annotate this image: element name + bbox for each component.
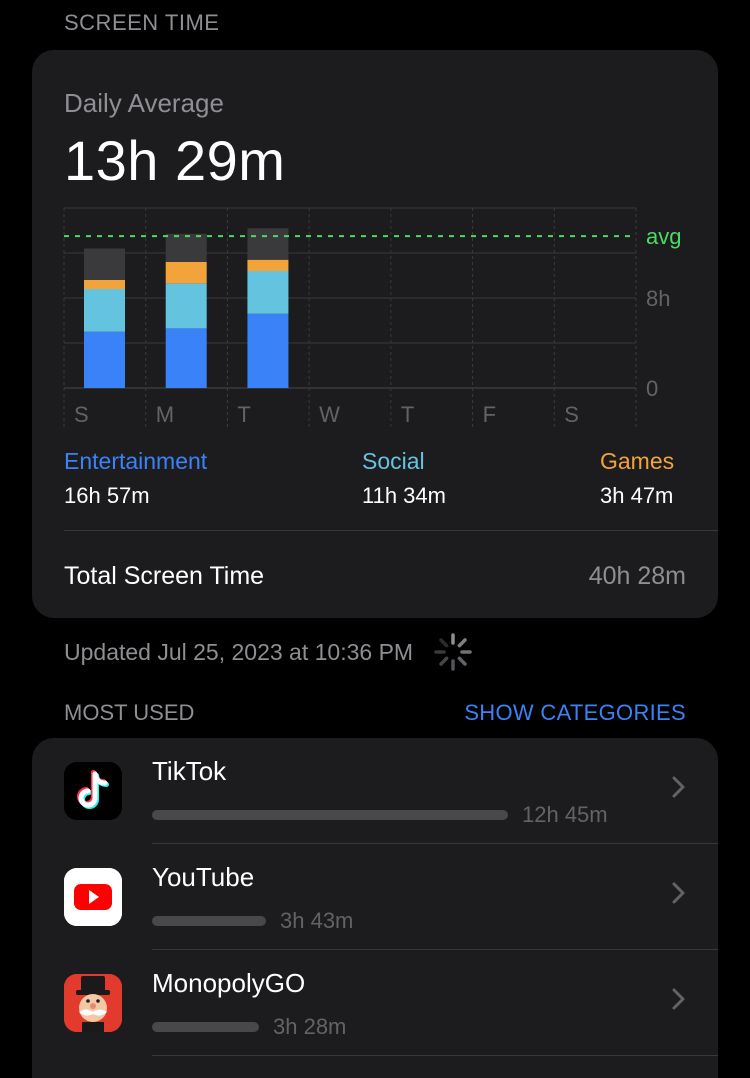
bar-segment bbox=[84, 248, 125, 280]
category-social: Social 11h 34m bbox=[362, 448, 446, 509]
bar-segment bbox=[84, 331, 125, 388]
app-row-youtube[interactable]: YouTube 3h 43m bbox=[32, 844, 718, 950]
app-name: TikTok bbox=[152, 756, 227, 786]
x-tick-label: T bbox=[401, 402, 414, 427]
row-divider bbox=[152, 1055, 718, 1056]
category-name: Social bbox=[362, 448, 425, 474]
average-label: avg bbox=[646, 224, 681, 249]
bar-segment bbox=[84, 280, 125, 289]
bar-segment bbox=[247, 228, 289, 260]
bar-segment bbox=[165, 233, 207, 262]
usage-bar bbox=[152, 1022, 259, 1032]
total-screen-time-value: 40h 28m bbox=[588, 562, 686, 590]
tiktok-icon bbox=[64, 762, 122, 820]
x-tick-label: S bbox=[564, 402, 579, 427]
monopoly-go-icon bbox=[64, 974, 122, 1032]
screen-time-card[interactable]: Daily Average 13h 29m avg 8h 0 S M T W T F S Ente… bbox=[32, 50, 718, 618]
x-tick-label: W bbox=[319, 402, 340, 427]
category-value: 3h 47m bbox=[600, 483, 674, 508]
bar-segment bbox=[247, 313, 289, 388]
divider bbox=[64, 530, 718, 531]
usage-time: 12h 45m bbox=[522, 802, 608, 827]
category-name: Games bbox=[600, 448, 675, 474]
x-tick-label: T bbox=[237, 402, 250, 427]
x-tick-label: M bbox=[156, 402, 174, 427]
most-used-list: TikTok 12h 45m YouTube 3h 43m MonopolyGO… bbox=[32, 738, 718, 1078]
bar-segment bbox=[247, 259, 289, 271]
chevron-right-icon bbox=[672, 988, 685, 1010]
category-value: 16h 57m bbox=[64, 483, 150, 508]
app-row-tiktok[interactable]: TikTok 12h 45m bbox=[32, 738, 718, 844]
bar-segment bbox=[165, 283, 207, 329]
updated-status: Updated Jul 25, 2023 at 10:36 PM bbox=[64, 632, 473, 672]
usage-time: 3h 28m bbox=[273, 1014, 347, 1039]
show-categories-button[interactable]: SHOW CATEGORIES bbox=[464, 700, 686, 726]
x-tick-label: F bbox=[483, 402, 496, 427]
updated-text: Updated Jul 25, 2023 at 10:36 PM bbox=[64, 638, 414, 665]
bar-segment bbox=[247, 271, 289, 314]
app-name: MonopolyGO bbox=[152, 968, 306, 998]
app-row-monopolygo[interactable]: MonopolyGO 3h 28m bbox=[32, 950, 718, 1056]
loading-spinner-icon bbox=[434, 633, 472, 671]
category-entertainment: Entertainment 16h 57m bbox=[64, 448, 207, 509]
x-tick-label: S bbox=[74, 402, 89, 427]
category-games: Games 3h 47m bbox=[600, 448, 674, 509]
category-name: Entertainment bbox=[64, 448, 208, 474]
usage-bar bbox=[152, 810, 508, 820]
usage-time: 3h 43m bbox=[280, 908, 354, 933]
section-title: SCREEN TIME bbox=[64, 10, 220, 35]
y-tick-label: 0 bbox=[646, 376, 658, 401]
y-tick-label: 8h bbox=[646, 286, 670, 311]
bar-segment bbox=[165, 328, 207, 388]
chevron-right-icon bbox=[672, 882, 685, 904]
chevron-right-icon bbox=[672, 776, 685, 798]
category-value: 11h 34m bbox=[362, 483, 446, 508]
app-name: YouTube bbox=[152, 862, 255, 892]
usage-bar bbox=[152, 916, 266, 926]
weekly-usage-chart[interactable]: avg 8h 0 S M T W T F S bbox=[32, 50, 718, 440]
bar-segment bbox=[165, 262, 207, 284]
bar-segment bbox=[84, 289, 125, 332]
most-used-title: MOST USED bbox=[64, 700, 195, 725]
youtube-icon bbox=[64, 868, 122, 926]
total-screen-time-label: Total Screen Time bbox=[64, 562, 265, 590]
